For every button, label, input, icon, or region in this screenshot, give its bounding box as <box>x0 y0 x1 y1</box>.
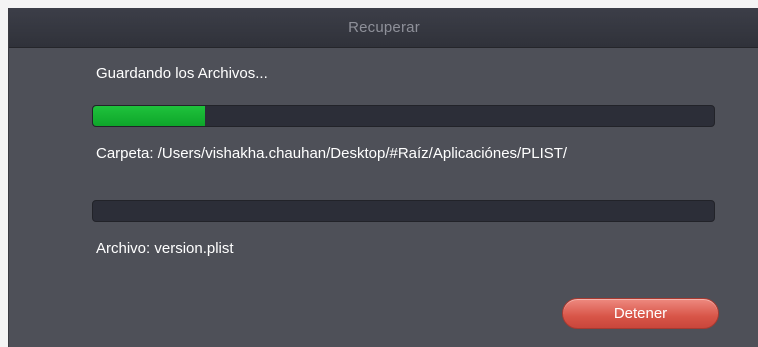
window-title: Recuperar <box>348 19 420 36</box>
file-progress-bar <box>92 200 715 222</box>
stop-button[interactable]: Detener <box>562 298 719 329</box>
title-bar: Recuperar <box>9 8 758 48</box>
overall-progress-fill <box>93 106 205 126</box>
overall-progress-bar <box>92 105 715 127</box>
recover-dialog: Recuperar Guardando los Archivos... Carp… <box>8 8 758 347</box>
status-text: Guardando los Archivos... <box>96 65 268 82</box>
file-name-label: Archivo: version.plist <box>96 240 234 257</box>
folder-path-label: Carpeta: /Users/vishakha.chauhan/Desktop… <box>96 145 568 162</box>
